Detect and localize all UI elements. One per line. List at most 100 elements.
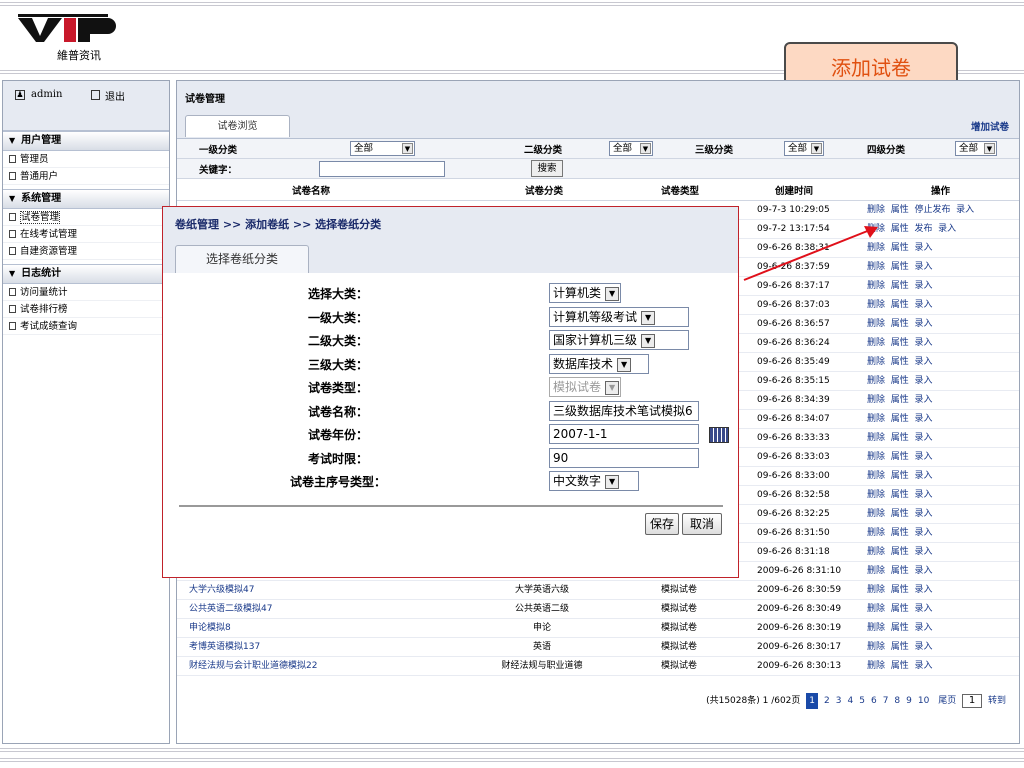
page-icon [9,172,16,180]
section-user-mgmt[interactable]: ▼ 用户管理 [3,131,169,151]
row-time: 2009-6-26 8:30:59 [757,585,842,595]
row-actions[interactable]: 删除 属性 录入 [867,391,932,409]
filter-row-categories: 一级分类 全部 ▼ 二级分类 全部 ▼ 三级分类 全部 ▼ 四级分类 全部 ▼ [177,139,1019,159]
row-actions[interactable]: 删除 属性 录入 [867,296,932,314]
sidebar-item-scores[interactable]: 考试成绩查询 [3,318,169,335]
row-actions[interactable]: 删除 属性 录入 [867,562,932,580]
section-log-stats[interactable]: ▼ 日志统计 [3,264,169,284]
annotation-arrow [743,226,878,281]
row-name-link[interactable]: 财经法规与会计职业道德模拟22 [189,657,317,675]
row-actions[interactable]: 删除 属性 录入 [867,429,932,447]
pager-last[interactable]: 尾页 [938,693,956,709]
page-icon [9,322,16,330]
section-system-mgmt[interactable]: ▼ 系统管理 [3,189,169,209]
row-actions[interactable]: 删除 属性 录入 [867,372,932,390]
user-icon: ♟ [15,90,25,100]
chevron-down-icon: ▼ [605,287,620,301]
keyword-input[interactable] [319,161,445,177]
pager-page[interactable]: 4 [847,693,853,709]
form-select[interactable]: 国家计算机三级 ▼ [549,330,689,350]
save-button[interactable]: 保存 [645,513,679,535]
pager-page[interactable]: 5 [859,693,865,709]
row-name-link[interactable]: 公共英语二级模拟47 [189,600,272,618]
row-actions[interactable]: 删除 属性 录入 [867,315,932,333]
pager-page[interactable]: 10 [918,693,929,709]
form-input[interactable]: 三级数据库技术笔试模拟6 [549,400,699,421]
sidebar-item-admin[interactable]: 管理员 [3,151,169,168]
row-actions[interactable]: 删除 属性 录入 [867,486,932,504]
select-level1[interactable]: 全部 ▼ [350,141,415,156]
pager-input[interactable]: 1 [962,694,983,708]
row-category: 大学英语六级 [514,585,569,595]
pager-page[interactable]: 1 [806,693,819,709]
sidebar-item-ranking[interactable]: 试卷排行榜 [3,301,169,318]
row-time: 09-6-26 8:36:57 [757,319,830,329]
form-label: 一级大类： [307,310,368,325]
row-actions[interactable]: 删除 属性 录入 [867,581,932,599]
row-time: 2009-6-26 8:30:19 [757,623,842,633]
select-level4[interactable]: 全部 ▼ [955,141,997,156]
select-level2[interactable]: 全部 ▼ [609,141,653,156]
sidebar-item-users[interactable]: 普通用户 [3,168,169,185]
sidebar-item-resources[interactable]: 自建资源管理 [3,243,169,260]
col-category: 试卷分类 [525,186,564,197]
row-name-link[interactable]: 申论模拟8 [189,619,231,637]
chevron-down-icon: ▼ [641,310,656,325]
select-level3[interactable]: 全部 ▼ [784,141,824,156]
pager-page[interactable]: 7 [883,693,889,709]
cancel-button[interactable]: 取消 [682,513,722,535]
search-button[interactable]: 搜索 [531,160,563,177]
tab-browse[interactable]: 试卷浏览 [185,115,290,137]
pager-go[interactable]: 转到 [988,693,1006,709]
pagination: (共15028条) 1 /602页 1 2 3 4 5 6 7 8 9 10 尾页 1 转到 [706,693,1009,709]
pager-page[interactable]: 6 [871,693,877,709]
row-actions[interactable]: 删除 属性 录入 [867,353,932,371]
row-actions[interactable]: 删除 属性 录入 [867,638,932,656]
sidebar-item-online-exam[interactable]: 在线考试管理 [3,226,169,243]
row-actions[interactable]: 删除 属性 录入 [867,657,932,675]
row-actions[interactable]: 删除 属性 录入 [867,543,932,561]
pager-page[interactable]: 9 [906,693,912,709]
form-select[interactable]: 中文数字 ▼ [549,471,639,491]
row-actions[interactable]: 删除 属性 录入 [867,524,932,542]
row-category: 申论 [532,623,551,633]
form-select[interactable]: 计算机类 ▼ [549,283,621,303]
row-category: 公共英语二级 [514,604,569,614]
logout-link[interactable]: 退出 [105,88,125,103]
calendar-icon[interactable] [709,427,729,443]
row-actions[interactable]: 删除 属性 录入 [867,619,932,637]
row-actions[interactable]: 删除 属性 录入 [867,410,932,428]
page-icon [9,213,16,221]
form-divider [179,505,723,507]
row-actions[interactable]: 删除 属性 停止发布 录入 [867,201,974,219]
row-time: 09-6-26 8:31:50 [757,528,830,538]
sidebar-item-paper-mgmt[interactable]: 试卷管理 [3,209,169,226]
row-actions[interactable]: 删除 属性 录入 [867,448,932,466]
pager-page[interactable]: 8 [894,693,900,709]
row-type: 模拟试卷 [660,642,697,652]
add-paper-link[interactable]: 增加试卷 [971,119,1009,133]
form-input[interactable]: 2007-1-1 [549,424,699,444]
tab-select-category[interactable]: 选择卷纸分类 [175,245,309,273]
row-name-link[interactable]: 大学六级模拟47 [189,581,254,599]
row-name-link[interactable]: 考博英语模拟137 [189,638,260,656]
page-icon [9,247,16,255]
collapse-icon: ▼ [9,136,16,145]
row-actions[interactable]: 删除 属性 录入 [867,505,932,523]
page-icon [9,288,16,296]
pager-page[interactable]: 3 [836,693,842,709]
main-header: 试卷管理 试卷浏览 增加试卷 [177,81,1019,139]
row-actions[interactable]: 删除 属性 录入 [867,467,932,485]
row-category: 财经法规与职业道德 [501,661,583,671]
form-select[interactable]: 数据库技术 ▼ [549,353,649,374]
dialog-breadcrumb: 卷纸管理 >> 添加卷纸 >> 选择卷纸分类 [175,218,382,231]
form-select[interactable]: 计算机等级考试 ▼ [549,306,689,327]
table-row: 公共英语二级模拟47 公共英语二级 模拟试卷 2009-6-26 8:30:49 删除 … [177,600,1019,619]
sidebar-item-visits[interactable]: 访问量统计 [3,284,169,301]
row-actions[interactable]: 删除 属性 录入 [867,600,932,618]
pager-page[interactable]: 2 [824,693,830,709]
chevron-down-icon: ▼ [640,143,651,154]
page-icon [9,230,16,238]
form-input[interactable]: 90 [549,447,699,468]
row-actions[interactable]: 删除 属性 录入 [867,334,932,352]
